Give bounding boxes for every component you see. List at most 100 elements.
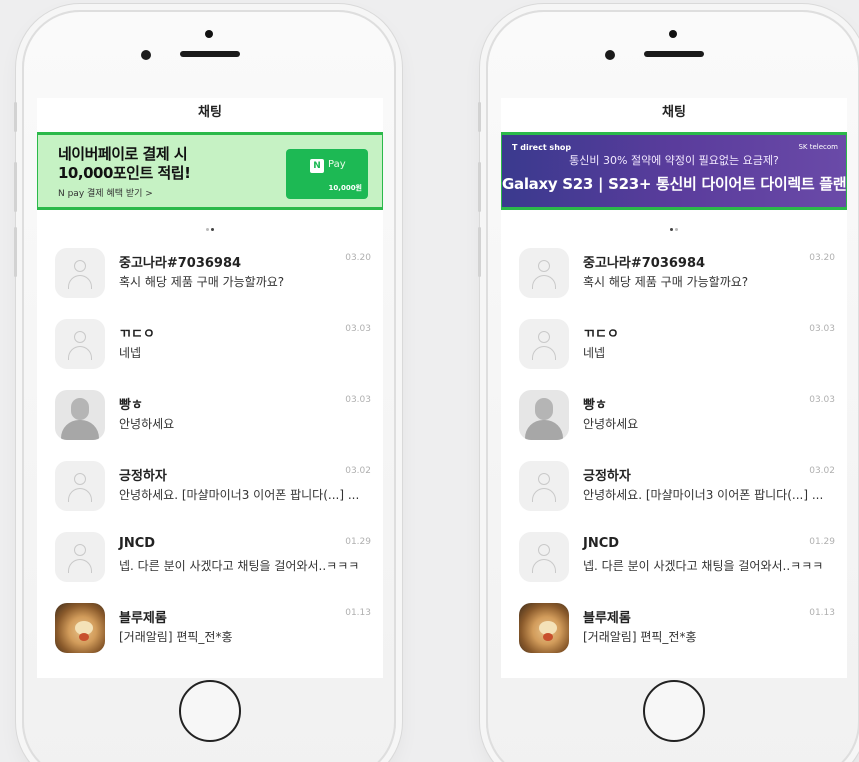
chat-list-item[interactable]: ㄲㄷㅇ 네넵 03.03: [501, 317, 847, 388]
chat-date: 01.13: [809, 608, 835, 618]
screen: 채팅 T direct shop SK telecom 통신비 30% 절약에 …: [501, 98, 847, 678]
avatar-head-shape: [71, 398, 89, 420]
ad-banner-naverpay[interactable]: 네이버페이로 결제 시 10,000포인트 적립! N pay 결제 혜택 받기…: [37, 132, 383, 210]
avatar-body-shape: [532, 346, 556, 360]
chat-list-item[interactable]: ㄲㄷㅇ 네넵 03.03: [37, 317, 383, 388]
chat-last-message: 안녕하세요: [583, 417, 639, 431]
avatar-head-shape: [538, 544, 550, 556]
home-button[interactable]: [643, 680, 705, 742]
chat-list: 중고나라#7036984 혹시 해당 제품 구매 가능할까요? 03.20 ㄲㄷㅇ 네넵…: [501, 246, 847, 672]
chat-date: 03.03: [345, 324, 371, 334]
avatar-body-shape: [61, 420, 99, 440]
chat-last-message: [거래알림] 편픽_전*홍: [583, 630, 697, 644]
page-title: 채팅: [198, 105, 222, 120]
banner-headline: Galaxy S23 | S23+ 통신비 다이어트 다이렉트 플랜: [502, 175, 847, 193]
chat-date: 03.20: [345, 253, 371, 263]
chat-last-message: 안녕하세요: [119, 417, 175, 431]
banner-headline: 네이버페이로 결제 시 10,000포인트 적립!: [58, 145, 191, 183]
avatar-head-shape: [538, 331, 550, 343]
avatar-body-shape: [543, 633, 553, 641]
pagination-dot: [675, 228, 678, 231]
npay-label: Pay: [328, 159, 346, 170]
chat-date: 03.03: [809, 395, 835, 405]
banner-subtext: N pay 결제 혜택 받기 >: [58, 189, 153, 199]
chat-date: 03.20: [809, 253, 835, 263]
chat-sender-name: 긍정하자: [583, 469, 631, 484]
pagination-dot-active: [211, 228, 214, 231]
chat-list-item[interactable]: 블루제롬 [거래알림] 편픽_전*홍 01.13: [37, 601, 383, 672]
sktelecom-logo: SK telecom: [798, 143, 838, 151]
default-avatar-icon: [519, 319, 569, 369]
chat-date: 03.03: [345, 395, 371, 405]
avatar: [55, 390, 105, 440]
default-avatar-icon: [519, 461, 569, 511]
default-avatar-icon: [519, 248, 569, 298]
chat-sender-name: 중고나라#7036984: [583, 256, 706, 271]
proximity-sensor: [141, 50, 151, 60]
chat-list-item[interactable]: 긍정하자안녕하세요. [마샬마이너3 이어폰 팝니다(...] ... 03.02: [37, 459, 383, 530]
mute-switch: [14, 102, 17, 132]
chat-date: 03.02: [809, 466, 835, 476]
chat-sender-name: 블루제롬: [119, 611, 167, 626]
avatar-body-shape: [68, 488, 92, 502]
avatar-body-shape: [532, 488, 556, 502]
front-camera: [669, 30, 677, 38]
chat-sender-name: 블루제롬: [583, 611, 631, 626]
avatar: [519, 390, 569, 440]
npay-logo-icon: N: [310, 159, 324, 173]
chat-date: 01.13: [345, 608, 371, 618]
volume-up-button: [14, 162, 17, 212]
chat-list-item[interactable]: 긍정하자안녕하세요. [마샬마이너3 이어폰 팝니다(...] ... 03.02: [501, 459, 847, 530]
avatar-body-shape: [525, 420, 563, 440]
mute-switch: [478, 102, 481, 132]
earpiece-speaker: [180, 51, 240, 57]
chat-last-message: 넵. 다른 분이 사겠다고 채팅을 걸어와서..ㅋㅋㅋ: [119, 559, 360, 573]
avatar-body-shape: [68, 559, 92, 573]
chat-list-item[interactable]: 빵ㅎ 안녕하세요 03.03: [501, 388, 847, 459]
avatar-head-shape: [74, 473, 86, 485]
tdirect-logo: T direct shop: [512, 143, 572, 152]
chat-last-message: 혹시 해당 제품 구매 가능할까요?: [583, 275, 749, 289]
chat-list-item[interactable]: 빵ㅎ 안녕하세요 03.03: [37, 388, 383, 459]
phone-right: 채팅 T direct shop SK telecom 통신비 30% 절약에 …: [478, 10, 859, 762]
banner-pagination: [501, 216, 847, 231]
avatar-body-shape: [532, 275, 556, 289]
page-title: 채팅: [662, 105, 686, 120]
chat-date: 01.29: [345, 537, 371, 547]
chat-sender-name: 빵ㅎ: [119, 398, 143, 413]
chat-list-item[interactable]: JNCD 넵. 다른 분이 사겠다고 채팅을 걸어와서..ㅋㅋㅋ 01.29: [37, 530, 383, 601]
banner-headline-line1: 네이버페이로 결제 시: [58, 145, 188, 163]
volume-down-button: [478, 227, 481, 277]
npay-amount: 10,000원: [328, 184, 362, 192]
screen: 채팅 네이버페이로 결제 시 10,000포인트 적립! N pay 결제 혜택…: [37, 98, 383, 678]
chat-sender-name: 중고나라#7036984: [119, 256, 242, 271]
home-button[interactable]: [179, 680, 241, 742]
chat-sender-name: 긍정하자: [119, 469, 167, 484]
proximity-sensor: [605, 50, 615, 60]
chat-list: 중고나라#7036984 혹시 해당 제품 구매 가능할까요? 03.20 ㄲㄷㅇ 네넵…: [37, 246, 383, 672]
ad-banner-tdirect[interactable]: T direct shop SK telecom 통신비 30% 절약에 약정이…: [501, 132, 847, 210]
chat-list-item[interactable]: 중고나라#7036984 혹시 해당 제품 구매 가능할까요? 03.20: [501, 246, 847, 317]
chat-sender-name: JNCD: [119, 536, 156, 551]
chat-sender-name: ㄲㄷㅇ: [583, 327, 619, 342]
chat-date: 03.02: [345, 466, 371, 476]
default-avatar-icon: [55, 532, 105, 582]
avatar: [519, 603, 569, 653]
chat-sender-name: 빵ㅎ: [583, 398, 607, 413]
avatar: [55, 603, 105, 653]
banner-subtext: 통신비 30% 절약에 약정이 필요없는 요금제?: [569, 154, 779, 167]
avatar-head-shape: [538, 473, 550, 485]
avatar-body-shape: [68, 346, 92, 360]
chat-date: 03.03: [809, 324, 835, 334]
chat-last-message: 안녕하세요. [마샬마이너3 이어폰 팝니다(...] ...: [583, 488, 824, 502]
chat-last-message: [거래알림] 편픽_전*홍: [119, 630, 233, 644]
npay-card-image: N Pay 10,000원: [286, 149, 368, 199]
avatar-head-shape: [74, 331, 86, 343]
chat-list-item[interactable]: 블루제롬 [거래알림] 편픽_전*홍 01.13: [501, 601, 847, 672]
chat-last-message: 안녕하세요. [마샬마이너3 이어폰 팝니다(...] ...: [119, 488, 360, 502]
front-camera: [205, 30, 213, 38]
chat-list-item[interactable]: JNCD 넵. 다른 분이 사겠다고 채팅을 걸어와서..ㅋㅋㅋ 01.29: [501, 530, 847, 601]
avatar-head-shape: [535, 398, 553, 420]
chat-list-item[interactable]: 중고나라#7036984 혹시 해당 제품 구매 가능할까요? 03.20: [37, 246, 383, 317]
volume-down-button: [14, 227, 17, 277]
